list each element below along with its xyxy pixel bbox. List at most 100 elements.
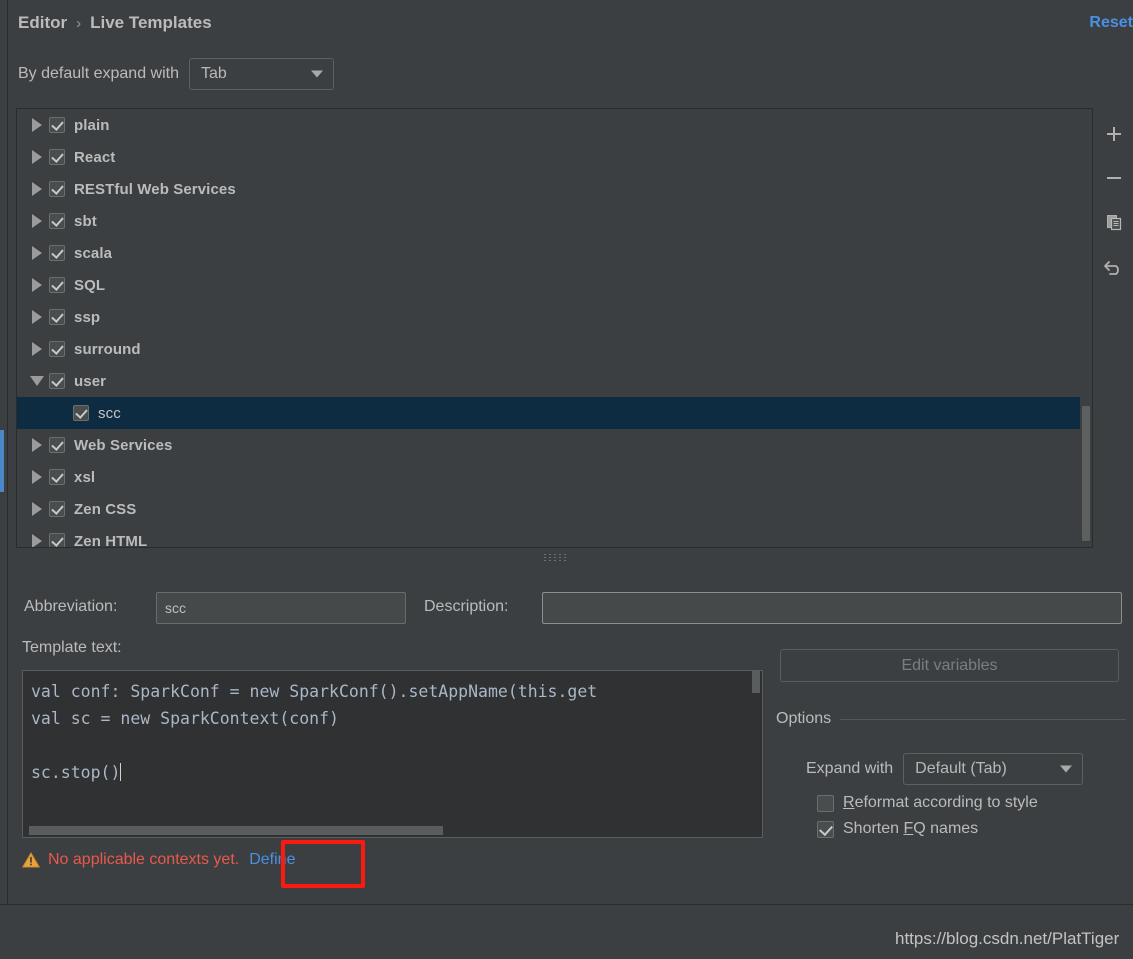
- default-expand-row: By default expand with Tab: [18, 58, 334, 90]
- tree-row-scc[interactable]: scc: [17, 397, 1092, 429]
- tree-row-sql[interactable]: SQL: [17, 269, 1092, 301]
- tree-row-checkbox[interactable]: [73, 405, 89, 421]
- tree-row-scala[interactable]: scala: [17, 237, 1092, 269]
- tree-row-checkbox[interactable]: [49, 437, 65, 453]
- edit-variables-label: Edit variables: [901, 656, 998, 674]
- expand-with-value: Default (Tab): [915, 760, 1007, 777]
- editor-vertical-scrollbar[interactable]: [750, 671, 762, 826]
- chevron-right-icon[interactable]: [25, 429, 49, 461]
- tree-row-label: surround: [74, 340, 141, 358]
- template-text-label: Template text:: [22, 639, 122, 656]
- template-text-editor[interactable]: val conf: SparkConf = new SparkConf().se…: [22, 670, 763, 838]
- dialog-left-border: [7, 0, 8, 904]
- tree-row-react[interactable]: React: [17, 141, 1092, 173]
- tree-row-label: plain: [74, 116, 110, 134]
- editor-hscroll-thumb[interactable]: [29, 826, 443, 835]
- tree-row-label: Zen CSS: [74, 500, 137, 518]
- tree-row-checkbox[interactable]: [49, 533, 65, 547]
- tree-row-label: Zen HTML: [74, 532, 148, 548]
- tree-row-label: sbt: [74, 212, 97, 230]
- tree-row-ssp[interactable]: ssp: [17, 301, 1092, 333]
- chevron-right-icon[interactable]: [25, 461, 49, 493]
- tree-row-surround[interactable]: surround: [17, 333, 1092, 365]
- tree-row-label: RESTful Web Services: [74, 180, 236, 198]
- tree-row-checkbox[interactable]: [49, 341, 65, 357]
- tree-row-sbt[interactable]: sbt: [17, 205, 1092, 237]
- shorten-fq-names-checkbox-row[interactable]: Shorten FQ names: [817, 820, 978, 838]
- shorten-label-post: Q names: [913, 820, 979, 837]
- tree-scrollbar-thumb[interactable]: [1082, 406, 1090, 541]
- tree-row-zen-html[interactable]: Zen HTML: [17, 525, 1092, 548]
- tree-row-plain[interactable]: plain: [17, 109, 1092, 141]
- reformat-checkbox-row[interactable]: Reformat according to style: [817, 794, 1038, 812]
- tree-row-checkbox[interactable]: [49, 213, 65, 229]
- tree-row-checkbox[interactable]: [49, 277, 65, 293]
- reformat-label-post: eformat according to style: [854, 794, 1038, 811]
- live-templates-settings-dialog: Editor › Live Templates Reset By default…: [0, 0, 1133, 959]
- template-code-content: val conf: SparkConf = new SparkConf().se…: [31, 678, 748, 786]
- chevron-right-icon[interactable]: [25, 333, 49, 365]
- tree-row-checkbox[interactable]: [49, 501, 65, 517]
- description-input[interactable]: [542, 592, 1122, 624]
- chevron-right-icon[interactable]: [25, 269, 49, 301]
- panel-splitter[interactable]: [16, 550, 1093, 564]
- options-divider: [840, 718, 1126, 720]
- chevron-right-icon[interactable]: [25, 109, 49, 141]
- chevron-right-icon[interactable]: [25, 525, 49, 547]
- tree-row-label: xsl: [74, 468, 96, 486]
- chevron-right-icon[interactable]: [25, 205, 49, 237]
- templates-tree-panel[interactable]: plain React RESTful Web Services sbt scala SQ…: [16, 108, 1093, 548]
- warning-triangle-icon: [22, 852, 40, 868]
- add-template-button[interactable]: [1095, 112, 1133, 156]
- tree-row-checkbox[interactable]: [49, 469, 65, 485]
- chevron-right-icon[interactable]: [25, 301, 49, 333]
- chevron-down-icon: [311, 70, 323, 78]
- revert-template-button[interactable]: [1095, 244, 1133, 288]
- tree-row-checkbox[interactable]: [49, 181, 65, 197]
- tree-row-checkbox[interactable]: [49, 245, 65, 261]
- tree-row-zen-css[interactable]: Zen CSS: [17, 493, 1092, 525]
- tree-row-checkbox[interactable]: [49, 373, 65, 389]
- define-context-link[interactable]: Define: [249, 851, 295, 869]
- chevron-down-icon[interactable]: [25, 365, 49, 397]
- shorten-fq-names-label: Shorten FQ names: [843, 820, 978, 838]
- duplicate-template-button[interactable]: [1095, 200, 1133, 244]
- abbreviation-label: Abbreviation:: [24, 598, 118, 615]
- dialog-footer: OK Cancel Apply: [0, 905, 1133, 959]
- tree-row-checkbox[interactable]: [49, 149, 65, 165]
- description-label: Description:: [424, 598, 509, 615]
- chevron-right-icon[interactable]: [25, 493, 49, 525]
- tree-row-xsl[interactable]: xsl: [17, 461, 1092, 493]
- tree-row-web-services[interactable]: Web Services: [17, 429, 1092, 461]
- tree-row-label: React: [74, 148, 116, 166]
- shorten-mnemonic: F: [903, 820, 914, 837]
- edit-variables-button[interactable]: Edit variables: [780, 649, 1119, 682]
- tree-toolbar: [1095, 112, 1133, 292]
- tree-row-restful-web-services[interactable]: RESTful Web Services: [17, 173, 1092, 205]
- tree-row-user[interactable]: user: [17, 365, 1092, 397]
- shorten-fq-names-checkbox[interactable]: [817, 820, 834, 838]
- editor-vscroll-thumb[interactable]: [752, 671, 760, 693]
- warning-message: No applicable contexts yet.: [48, 851, 240, 868]
- tree-row-label: scala: [74, 244, 113, 262]
- tree-row-checkbox[interactable]: [49, 117, 65, 133]
- reformat-checkbox[interactable]: [817, 794, 834, 812]
- abbreviation-input[interactable]: scc: [156, 592, 406, 624]
- remove-template-button[interactable]: [1095, 156, 1133, 200]
- default-expand-combobox[interactable]: Tab: [189, 58, 334, 90]
- shorten-label-pre: Shorten: [843, 820, 904, 837]
- tree-vertical-scrollbar[interactable]: [1080, 109, 1092, 547]
- default-expand-label: By default expand with: [18, 65, 179, 82]
- breadcrumb-parent[interactable]: Editor: [18, 13, 67, 33]
- breadcrumb-current: Live Templates: [90, 13, 212, 32]
- tree-row-checkbox[interactable]: [49, 309, 65, 325]
- chevron-right-icon[interactable]: [25, 173, 49, 205]
- chevron-right-icon[interactable]: [25, 237, 49, 269]
- expand-with-combobox[interactable]: Default (Tab): [903, 753, 1084, 785]
- editor-horizontal-scrollbar[interactable]: [23, 824, 762, 837]
- abbreviation-value: scc: [165, 600, 186, 616]
- chevron-down-icon: [1060, 765, 1073, 773]
- chevron-right-icon[interactable]: [25, 141, 49, 173]
- expand-with-label: Expand with: [806, 760, 894, 777]
- reset-link[interactable]: Reset: [1089, 14, 1133, 32]
